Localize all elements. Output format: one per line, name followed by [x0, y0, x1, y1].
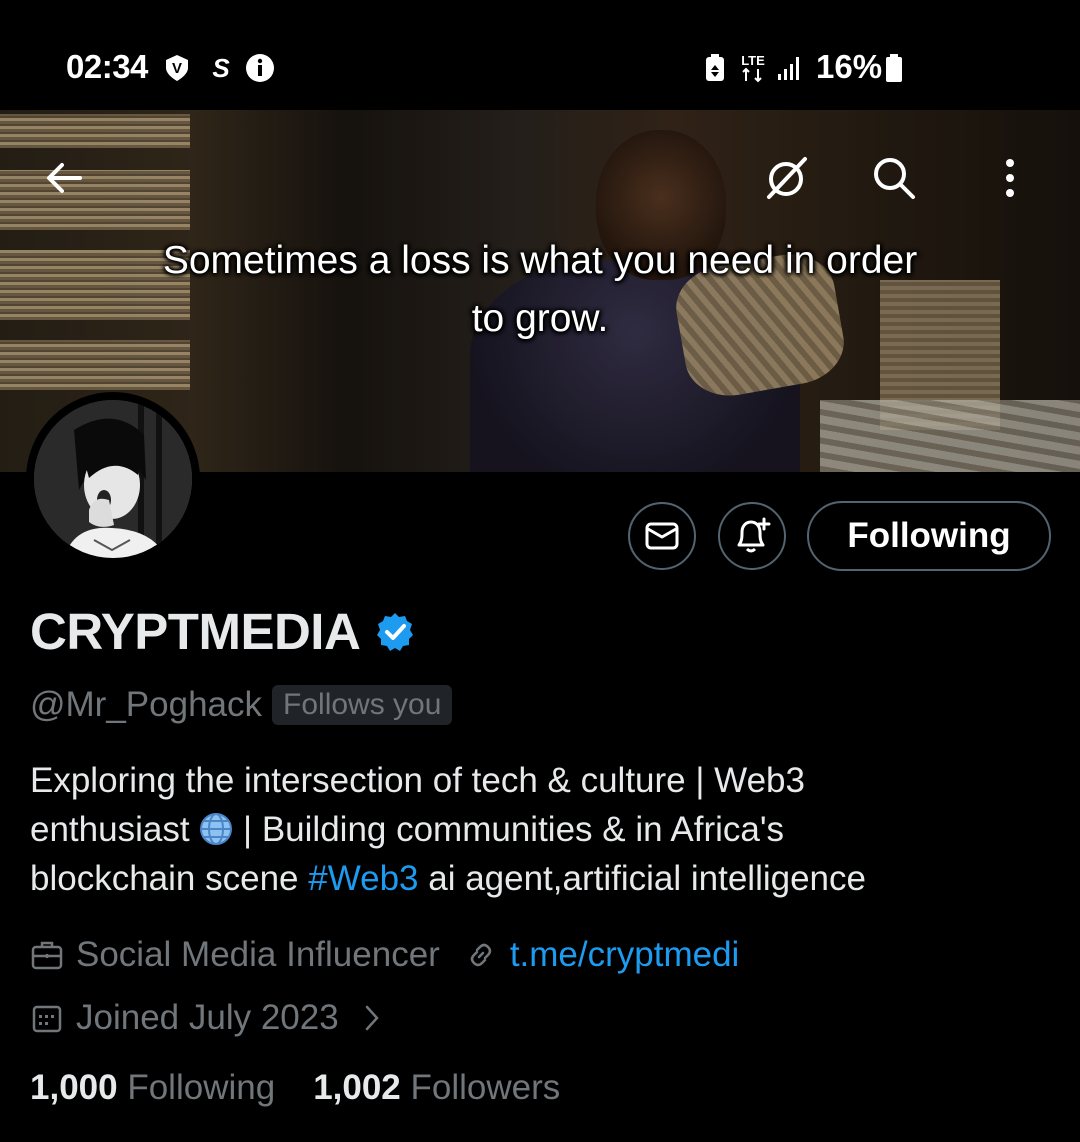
- follow-counts: 1,000 Following 1,002 Followers: [30, 1068, 560, 1108]
- profile-name-row: CRYPTMEDIA: [30, 602, 416, 661]
- battery-percent: 16%: [816, 48, 883, 85]
- followers-count-link[interactable]: 1,002 Followers: [313, 1068, 560, 1108]
- grok-icon: [767, 157, 807, 199]
- globe-emoji-icon: [200, 813, 233, 845]
- followers-label: Followers: [410, 1068, 561, 1107]
- following-count: 1,000: [30, 1068, 118, 1107]
- link-icon: [464, 938, 498, 972]
- profile-handle: @Mr_Poghack: [30, 685, 263, 724]
- status-time: 02:34: [66, 48, 148, 85]
- bio-text: enthusiast: [30, 810, 190, 849]
- more-button[interactable]: [978, 146, 1042, 210]
- follows-you-badge: Follows you: [272, 685, 453, 725]
- bio-hashtag-link[interactable]: #Web3: [308, 859, 418, 898]
- verified-badge-icon[interactable]: [374, 611, 416, 653]
- handle-row: @Mr_Poghack Follows you: [30, 685, 453, 725]
- banner-caption-line: Sometimes a loss is what you need in ord…: [162, 239, 918, 282]
- avatar-illustration: [34, 400, 192, 558]
- profile-name: CRYPTMEDIA: [30, 603, 361, 660]
- status-bar: 02:34 V S LTE 16%: [0, 0, 1080, 110]
- svg-text:S: S: [212, 53, 230, 83]
- calendar-icon: [30, 1001, 64, 1035]
- following-label: Following: [127, 1068, 276, 1107]
- bio-text: Exploring the intersection of tech & cul…: [30, 761, 805, 800]
- lte-text: LTE: [741, 53, 765, 68]
- grok-button[interactable]: [754, 146, 818, 210]
- info-icon: [244, 52, 276, 84]
- search-icon: [874, 158, 915, 199]
- joined-row[interactable]: Joined July 2023: [30, 998, 401, 1038]
- avatar[interactable]: [26, 392, 200, 566]
- following-button[interactable]: Following: [807, 501, 1051, 571]
- back-button[interactable]: [32, 146, 96, 210]
- vpn-v-icon: V: [161, 52, 193, 84]
- banner-caption-line: to grow.: [471, 297, 609, 340]
- battery-saver-icon: [703, 52, 727, 84]
- profile-bio: Exploring the intersection of tech & cul…: [30, 756, 1060, 903]
- bio-text: blockchain scene: [30, 859, 309, 898]
- followers-count: 1,002: [313, 1068, 401, 1107]
- more-vertical-icon: [1006, 159, 1014, 197]
- joined-date: Joined July 2023: [76, 998, 339, 1037]
- profile-website-link[interactable]: t.me/cryptmedi: [510, 935, 740, 975]
- battery-icon: [884, 52, 904, 84]
- briefcase-icon: [30, 938, 64, 972]
- notifications-button[interactable]: [718, 502, 786, 570]
- banner-caption: Sometimes a loss is what you need in ord…: [0, 232, 1080, 348]
- profile-category: Social Media Influencer: [76, 935, 440, 974]
- bio-text: ai agent,artificial intelligence: [418, 859, 866, 898]
- signal-icon: [775, 52, 805, 84]
- mail-icon: [645, 522, 679, 550]
- search-button[interactable]: [862, 146, 926, 210]
- bio-text: | Building communities & in Africa's: [233, 810, 785, 849]
- back-arrow-icon: [47, 163, 82, 193]
- message-button[interactable]: [628, 502, 696, 570]
- bell-plus-icon: [737, 517, 771, 553]
- svg-text:V: V: [172, 60, 182, 77]
- s-app-icon: S: [207, 52, 235, 84]
- profile-meta-row: Social Media Influencer t.me/cryptmedi: [30, 935, 739, 975]
- chevron-right-icon: [355, 1001, 389, 1035]
- following-count-link[interactable]: 1,000 Following: [30, 1068, 275, 1108]
- lte-icon: LTE: [737, 52, 771, 84]
